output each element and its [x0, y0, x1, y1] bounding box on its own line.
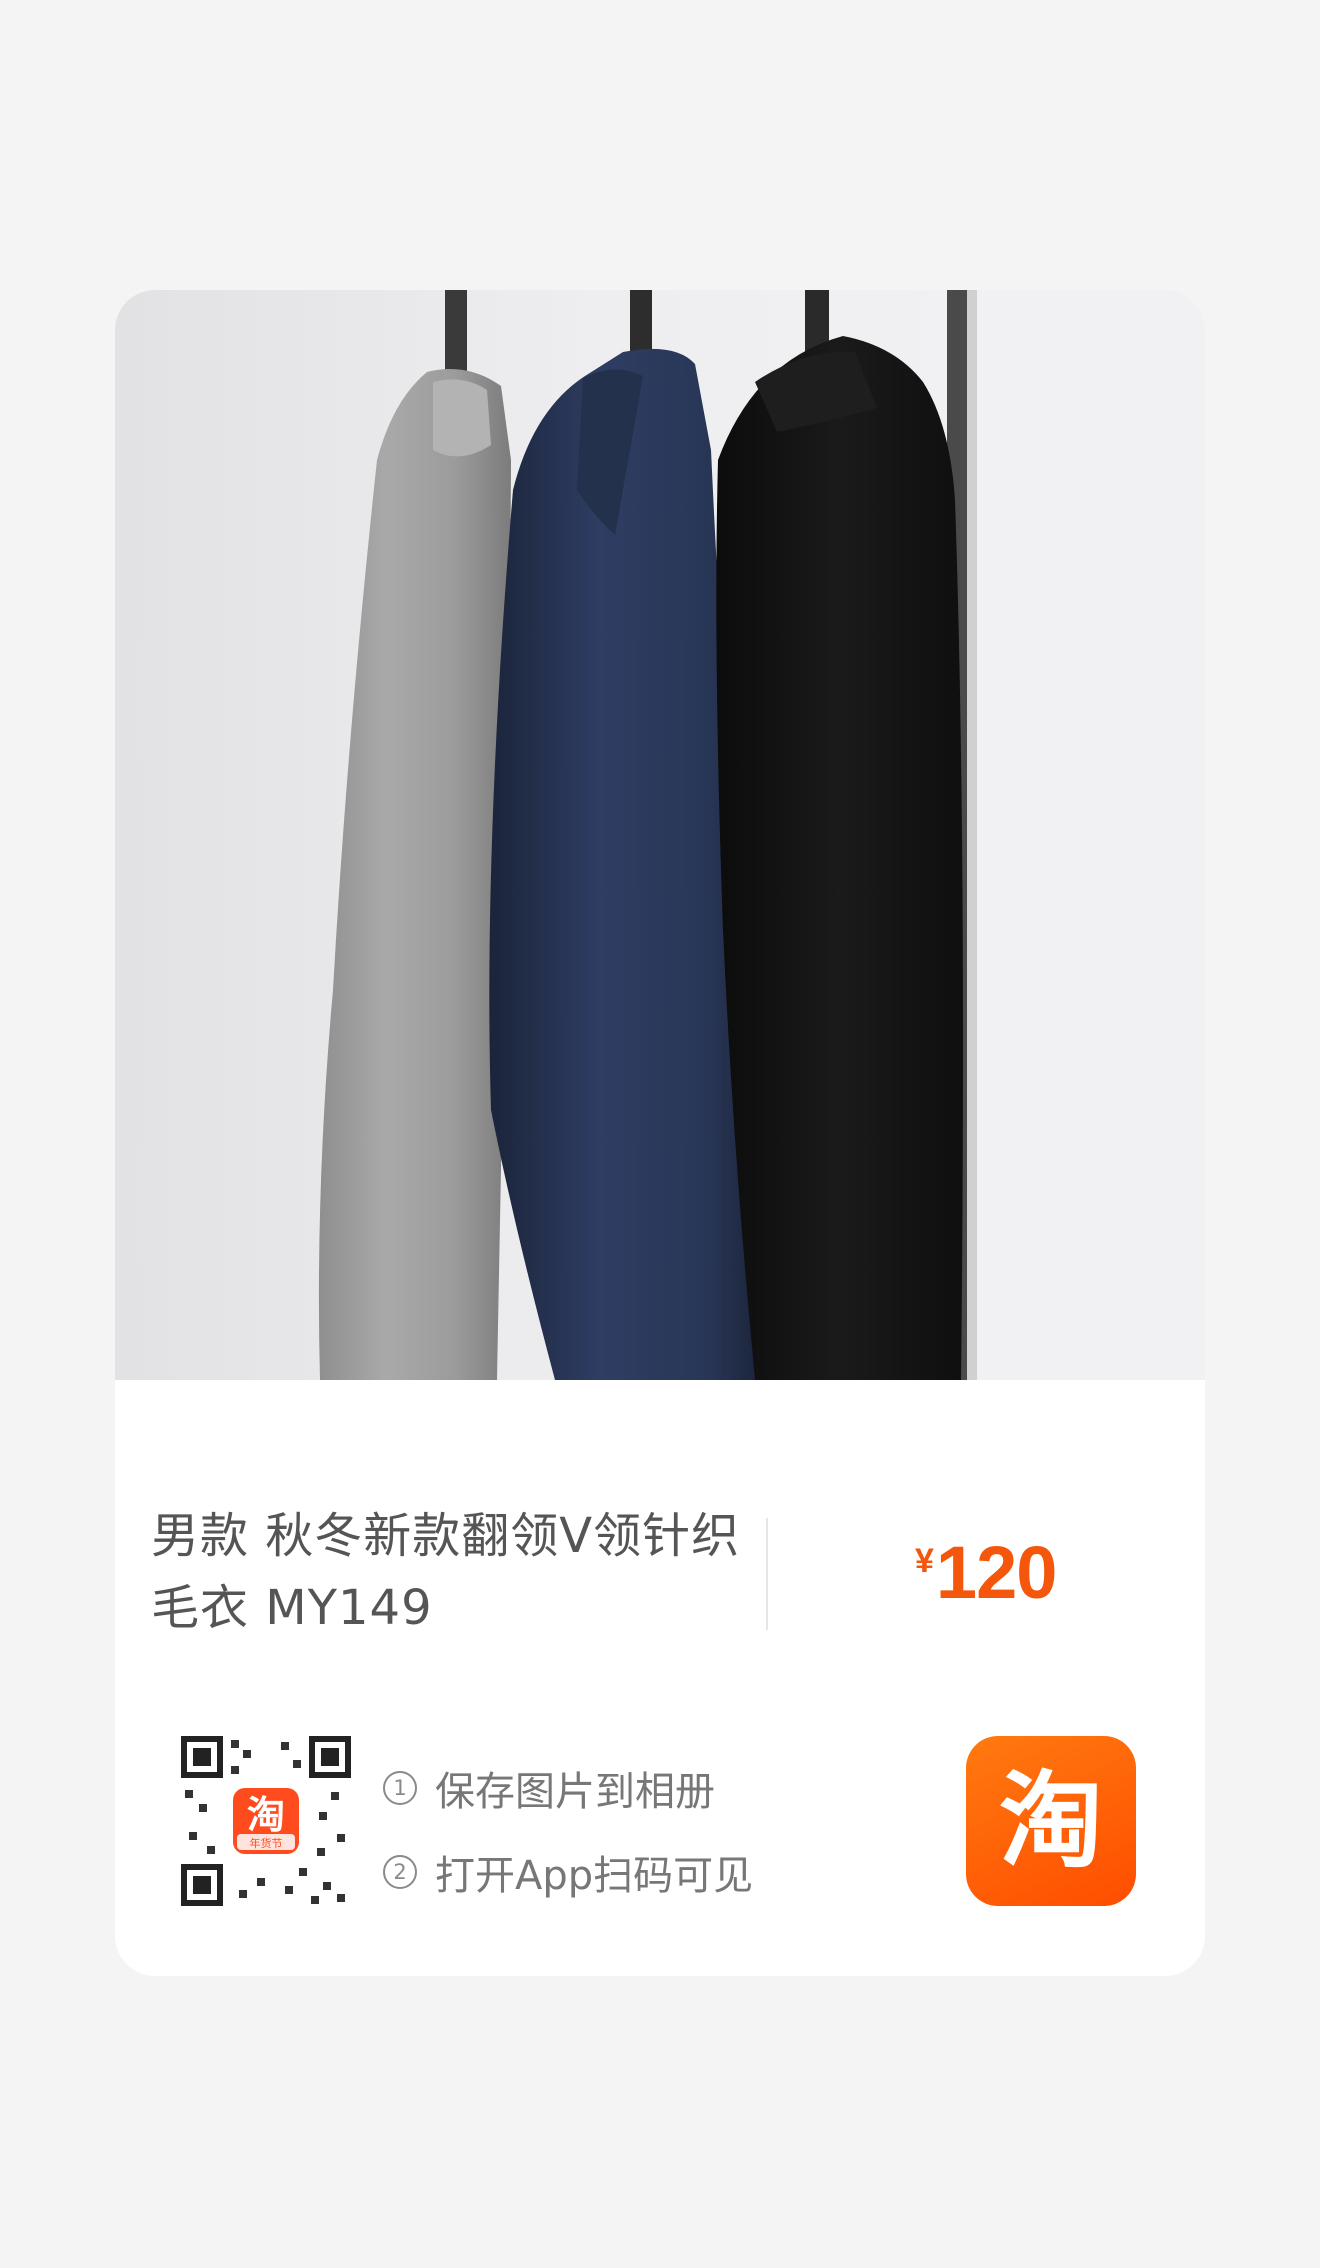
step-text: 保存图片到相册 — [435, 1769, 715, 1815]
product-share-card: 男款 秋冬新款翻领V领针织毛衣 MY149 ¥120 淘 年货节 1 保存图片到… — [115, 290, 1205, 1976]
qr-code[interactable]: 淘 年货节 — [181, 1736, 351, 1906]
step-open-app: 2 打开App扫码可见 — [383, 1830, 753, 1914]
taobao-app-icon[interactable]: 淘 — [966, 1736, 1136, 1906]
qr-badge-text: 淘 — [247, 1793, 285, 1837]
qr-badge-subtext: 年货节 — [250, 1836, 283, 1850]
step-number-icon: 1 — [383, 1771, 417, 1805]
price-currency-symbol: ¥ — [915, 1542, 934, 1580]
product-title: 男款 秋冬新款翻领V领针织毛衣 MY149 — [151, 1508, 741, 1636]
step-number-icon: 2 — [383, 1855, 417, 1889]
step-save-image: 1 保存图片到相册 — [383, 1746, 753, 1830]
scan-instructions: 1 保存图片到相册 2 打开App扫码可见 — [383, 1746, 753, 1914]
vertical-divider — [766, 1518, 768, 1630]
taobao-logo-text: 淘 — [998, 1760, 1103, 1882]
price-amount: 120 — [935, 1531, 1057, 1614]
step-text: 打开App扫码可见 — [435, 1853, 754, 1899]
product-image[interactable] — [115, 290, 1205, 1380]
product-price: ¥120 — [915, 1530, 1057, 1615]
